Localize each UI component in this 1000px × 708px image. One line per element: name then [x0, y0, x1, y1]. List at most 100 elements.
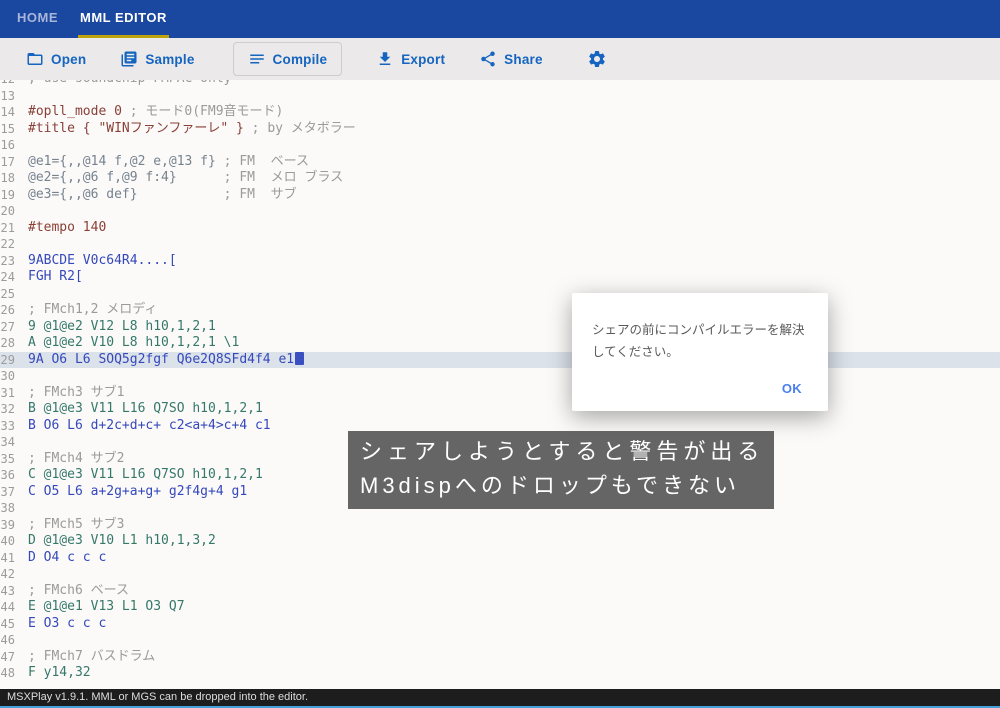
line-number: 26 [0, 303, 15, 317]
line-number: 41 [0, 550, 15, 565]
editor-line[interactable]: 46 [0, 632, 1000, 649]
editor-line[interactable]: 45 E O3 c c c [0, 616, 1000, 633]
tab-home[interactable]: HOME [15, 0, 60, 38]
settings-button[interactable] [577, 42, 617, 76]
sample-button[interactable]: Sample [106, 43, 208, 75]
status-bar: MSXPlay v1.9.1. MML or MGS can be droppe… [0, 689, 1000, 706]
code-text: A @1@e2 V10 L8 h10,1,2,1 \1 [28, 335, 240, 350]
code-text: ; FMch1,2 メロディ [28, 302, 158, 317]
editor-line[interactable]: 13 [0, 88, 1000, 105]
line-number: 23 [0, 253, 15, 268]
msxplay-window: HOME MML EDITOR Open Sample Compile Expo… [0, 0, 1000, 708]
code-text: 9ABCDE V0c64R4....[ [28, 252, 177, 268]
editor-line[interactable]: 17 @e1={,,@14 f,@2 e,@13 f} ; FM ベース [0, 154, 1000, 171]
share-icon [479, 50, 497, 68]
line-number: 21 [0, 220, 15, 235]
editor-line[interactable]: 22 [0, 236, 1000, 253]
editor-line[interactable]: 12; use soundchip FMPAC only [0, 80, 1000, 88]
editor-line[interactable]: 40 D @1@e3 V10 L1 h10,1,3,2 [0, 533, 1000, 550]
code-text: ; FMch7 バスドラム [28, 648, 156, 664]
editor-line[interactable]: 21 #tempo 140 [0, 220, 1000, 237]
code-text: ; FMch5 サブ3 [28, 516, 125, 532]
share-button[interactable]: Share [465, 43, 557, 75]
line-number: 16 [0, 138, 15, 152]
editor-line[interactable]: 44 E @1@e1 V13 L1 O3 Q7 [0, 599, 1000, 616]
editor-line[interactable]: 31 ; FMch3 サブ1 [0, 385, 1000, 402]
editor-line[interactable]: 48 F y14,32 [0, 665, 1000, 682]
dialog-ok-button[interactable]: OK [782, 381, 802, 396]
line-number: 31 [0, 385, 15, 400]
mml-code-editor[interactable]: 12; use soundchip FMPAC only1314#opll_mo… [0, 80, 1000, 689]
editor-line[interactable]: 47 ; FMch7 バスドラム [0, 649, 1000, 666]
code-text: @e2={,,@6 f,@9 f:4} ; FM メロ ブラス [28, 170, 344, 185]
code-text: ; FMch3 サブ1 [28, 384, 125, 400]
code-text: 9 @1@e2 V12 L8 h10,1,2,1 [28, 318, 216, 334]
open-button-label: Open [51, 51, 87, 67]
editor-line[interactable]: 26 ; FMch1,2 メロディ [0, 302, 1000, 319]
editor-line[interactable]: 14 #opll_mode 0 ; モード0(FM9音モード) [0, 104, 1000, 121]
line-number: 30 [0, 369, 15, 383]
line-number: 17 [0, 154, 15, 169]
editor-line[interactable]: 43 ; FMch6 ベース [0, 583, 1000, 600]
line-number: 47 [0, 649, 15, 664]
line-number: 48 [0, 666, 15, 680]
editor-line[interactable]: 23 9ABCDE V0c64R4....[ [0, 253, 1000, 270]
line-number: 15 [0, 121, 15, 136]
code-text: E O3 c c c [28, 615, 107, 631]
download-icon [376, 50, 394, 68]
line-number: 42 [0, 567, 15, 581]
editor-line[interactable]: 42 [0, 566, 1000, 583]
editor-line[interactable]: 25 [0, 286, 1000, 303]
library-icon [120, 50, 138, 68]
line-number: 39 [0, 517, 15, 532]
line-number: 19 [0, 187, 15, 202]
editor-line[interactable]: 29 9A O6 L6 SOQ5g2fgf Q6e2Q8SFd4f4 e1 [0, 351, 1000, 368]
code-text: F y14,32 [28, 665, 91, 680]
line-number: 38 [0, 501, 15, 515]
folder-open-icon [26, 50, 44, 68]
line-number: 33 [0, 418, 15, 433]
status-text: MSXPlay v1.9.1. MML or MGS can be droppe… [7, 691, 309, 703]
compile-error-dialog: シェアの前にコンパイルエラーを解決してください。 OK [572, 293, 828, 411]
code-text: @e3={,,@6 def} ; FM サブ [28, 186, 297, 202]
line-number: 32 [0, 402, 15, 416]
line-number: 24 [0, 270, 15, 284]
editor-line[interactable]: 19 @e3={,,@6 def} ; FM サブ [0, 187, 1000, 204]
tab-mml-editor[interactable]: MML EDITOR [78, 0, 169, 38]
editor-line[interactable]: 18 @e2={,,@6 f,@9 f:4} ; FM メロ ブラス [0, 170, 1000, 187]
line-number: 27 [0, 319, 15, 334]
code-text: E @1@e1 V13 L1 O3 Q7 [28, 599, 185, 614]
line-number: 45 [0, 616, 15, 631]
editor-line[interactable]: 32 B @1@e3 V11 L16 Q7SO h10,1,2,1 [0, 401, 1000, 418]
line-number: 28 [0, 336, 15, 350]
compile-button[interactable]: Compile [232, 42, 343, 76]
editor-line[interactable]: 41 D O4 c c c [0, 550, 1000, 567]
editor-line[interactable]: 30 [0, 368, 1000, 385]
editor-toolbar: Open Sample Compile Export Share [0, 38, 1000, 80]
code-text: #title { "WINファンファーレ" } ; by メタボラー [28, 120, 356, 136]
code-text: #tempo 140 [28, 219, 107, 235]
line-number: 37 [0, 484, 15, 499]
app-header: HOME MML EDITOR [0, 0, 1000, 38]
gear-icon [587, 49, 607, 69]
editor-line[interactable]: 24 FGH R2[ [0, 269, 1000, 286]
line-number: 14 [0, 105, 15, 119]
annotation-overlay: シェアしようとすると警告が出る M3dispへのドロップもできない [348, 431, 775, 509]
code-text: @e1={,,@14 f,@2 e,@13 f} ; FM ベース [28, 153, 309, 169]
open-button[interactable]: Open [12, 43, 100, 75]
editor-line[interactable]: 28 A @1@e2 V10 L8 h10,1,2,1 \1 [0, 335, 1000, 352]
editor-line[interactable]: 15 #title { "WINファンファーレ" } ; by メタボラー [0, 121, 1000, 138]
editor-line[interactable]: 27 9 @1@e2 V12 L8 h10,1,2,1 [0, 319, 1000, 336]
editor-line[interactable]: 20 [0, 203, 1000, 220]
export-button[interactable]: Export [362, 43, 459, 75]
editor-line[interactable]: 39 ; FMch5 サブ3 [0, 517, 1000, 534]
editor-line[interactable]: 16 [0, 137, 1000, 154]
line-number: 22 [0, 237, 15, 251]
